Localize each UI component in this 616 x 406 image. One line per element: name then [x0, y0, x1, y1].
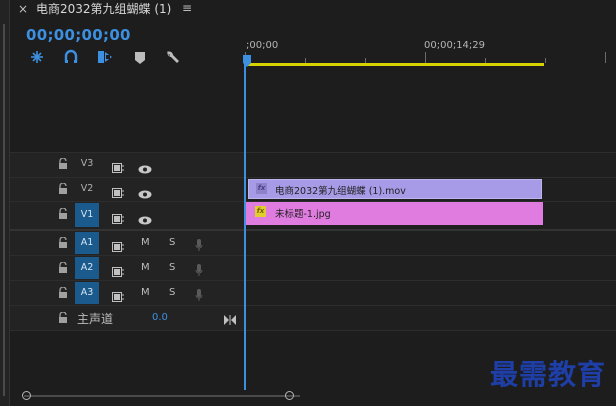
lock-icon[interactable] [58, 208, 68, 219]
master-volume-value[interactable]: 0.0 [152, 312, 168, 323]
scrollbar-track [24, 395, 300, 397]
clip-name: 电商2032第九组蝴蝶 (1).mov [275, 186, 406, 197]
clip-v2[interactable]: fx 电商2032第九组蝴蝶 (1).mov [248, 179, 542, 199]
microphone-icon[interactable] [195, 286, 203, 305]
track-headers [10, 152, 245, 330]
left-panel-edge [0, 0, 10, 406]
lock-icon[interactable] [58, 312, 68, 323]
row-divider [10, 229, 616, 231]
sequence-title: 电商2032第九组蝴蝶 (1) [36, 2, 172, 16]
row-divider [10, 280, 616, 281]
panel-menu-icon[interactable]: ≡ [182, 0, 192, 16]
timeline-panel-tab[interactable]: × 电商2032第九组蝴蝶 (1) ≡ [10, 0, 616, 19]
row-divider [10, 152, 616, 153]
close-tab-icon[interactable]: × [18, 1, 28, 17]
playhead-line[interactable] [244, 56, 246, 396]
solo-button[interactable]: S [169, 262, 175, 273]
row-divider [10, 305, 616, 306]
sync-lock-icon[interactable] [112, 262, 124, 281]
sync-lock-icon[interactable] [112, 209, 124, 228]
lock-icon[interactable] [58, 158, 68, 169]
row-divider [10, 255, 616, 256]
ruler-start-label: ;00;00 [246, 40, 279, 51]
mute-button[interactable]: M [141, 287, 150, 298]
track-label-a2[interactable]: A2 [75, 257, 99, 279]
lock-icon[interactable] [58, 262, 68, 273]
microphone-icon[interactable] [195, 261, 203, 280]
fx-badge: fx [255, 206, 266, 217]
solo-button[interactable]: S [169, 287, 175, 298]
scroll-end-handle[interactable] [285, 391, 294, 400]
eye-icon[interactable] [138, 184, 152, 203]
lock-icon[interactable] [58, 287, 68, 298]
wrench-icon[interactable] [165, 49, 181, 65]
work-area-bar[interactable] [246, 63, 544, 66]
clip-v1[interactable]: fx 未标题-1.jpg [246, 202, 543, 225]
ruler-mark-label: 00;00;14;29 [424, 40, 486, 51]
track-label-v2[interactable]: V2 [75, 178, 99, 200]
eye-icon[interactable] [138, 159, 152, 178]
go-to-end-icon[interactable] [224, 310, 236, 329]
scroll-start-handle[interactable] [22, 391, 31, 400]
sync-lock-icon[interactable] [112, 287, 124, 306]
solo-button[interactable]: S [169, 237, 175, 248]
row-divider [10, 177, 616, 178]
watermark: 最需教育 [489, 358, 606, 391]
marker-icon[interactable] [134, 51, 146, 65]
sync-lock-icon[interactable] [112, 183, 124, 202]
track-label-a3[interactable]: A3 [75, 282, 99, 304]
track-label-v3[interactable]: V3 [75, 153, 99, 175]
clip-name: 未标题-1.jpg [275, 209, 331, 220]
sync-lock-icon[interactable] [112, 158, 124, 177]
add-marker-icon[interactable] [97, 49, 113, 65]
fx-badge: fx [256, 183, 267, 194]
eye-icon[interactable] [138, 210, 152, 229]
microphone-icon[interactable] [195, 236, 203, 255]
sync-lock-icon[interactable] [112, 237, 124, 256]
mute-button[interactable]: M [141, 237, 150, 248]
lock-icon[interactable] [58, 237, 68, 248]
mute-button[interactable]: M [141, 262, 150, 273]
linked-selection-icon[interactable] [63, 49, 79, 65]
lock-icon[interactable] [58, 183, 68, 194]
track-label-a1[interactable]: A1 [75, 232, 99, 254]
track-label-v1[interactable]: V1 [75, 203, 99, 227]
snap-icon[interactable] [29, 49, 45, 65]
playhead-timecode[interactable]: 00;00;00;00 [26, 26, 131, 44]
master-track-label: 主声道 [77, 312, 114, 326]
row-divider [10, 330, 616, 331]
